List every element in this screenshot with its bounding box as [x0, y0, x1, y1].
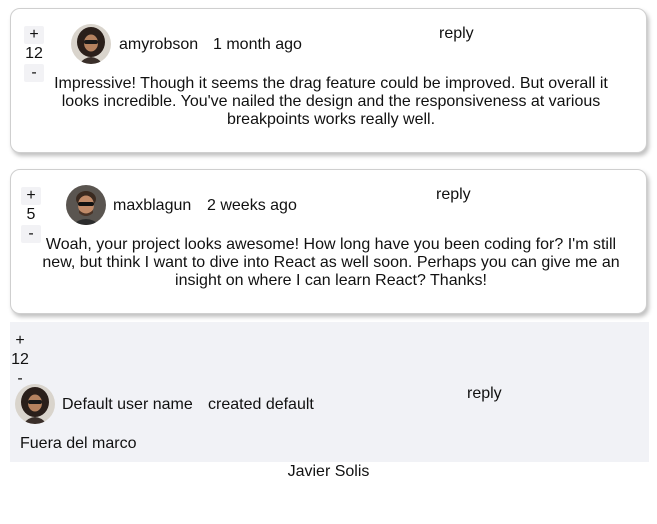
downvote-button[interactable]: -: [21, 225, 41, 243]
upvote-button[interactable]: +: [24, 26, 44, 44]
username[interactable]: maxblagun: [113, 196, 191, 216]
comment-default: + 12 - Default user name created default…: [10, 322, 649, 462]
footer-author: Javier Solis: [287, 463, 370, 480]
reply-button[interactable]: reply: [436, 185, 471, 205]
reply-button[interactable]: reply: [439, 24, 474, 44]
timestamp: 1 month ago: [213, 36, 302, 53]
upvote-button[interactable]: +: [10, 332, 30, 350]
vote-control: + 12 -: [24, 26, 44, 82]
reply-button[interactable]: reply: [467, 384, 502, 404]
username[interactable]: Default user name: [62, 395, 193, 415]
comment-card: + 12 - amyrobson 1 month ago reply Impre…: [10, 8, 647, 153]
upvote-button[interactable]: +: [21, 187, 41, 205]
comment-card: + 5 - maxblagun 2 weeks ago reply Woah, …: [10, 169, 647, 314]
comment-text: Fuera del marco: [20, 435, 137, 452]
avatar: [66, 185, 106, 225]
comment-text: Impressive! Though it seems the drag fea…: [54, 75, 608, 128]
timestamp: created default: [208, 396, 314, 413]
username[interactable]: amyrobson: [119, 35, 198, 55]
vote-count: 12: [25, 45, 43, 62]
timestamp: 2 weeks ago: [207, 197, 297, 214]
vote-control: + 5 -: [21, 187, 41, 243]
vote-count: 5: [26, 206, 36, 223]
avatar: [71, 24, 111, 64]
vote-control: + 12 -: [10, 332, 30, 388]
vote-count: 12: [11, 351, 29, 368]
comment-text: Woah, your project looks awesome! How lo…: [42, 236, 620, 289]
avatar: [15, 384, 55, 424]
